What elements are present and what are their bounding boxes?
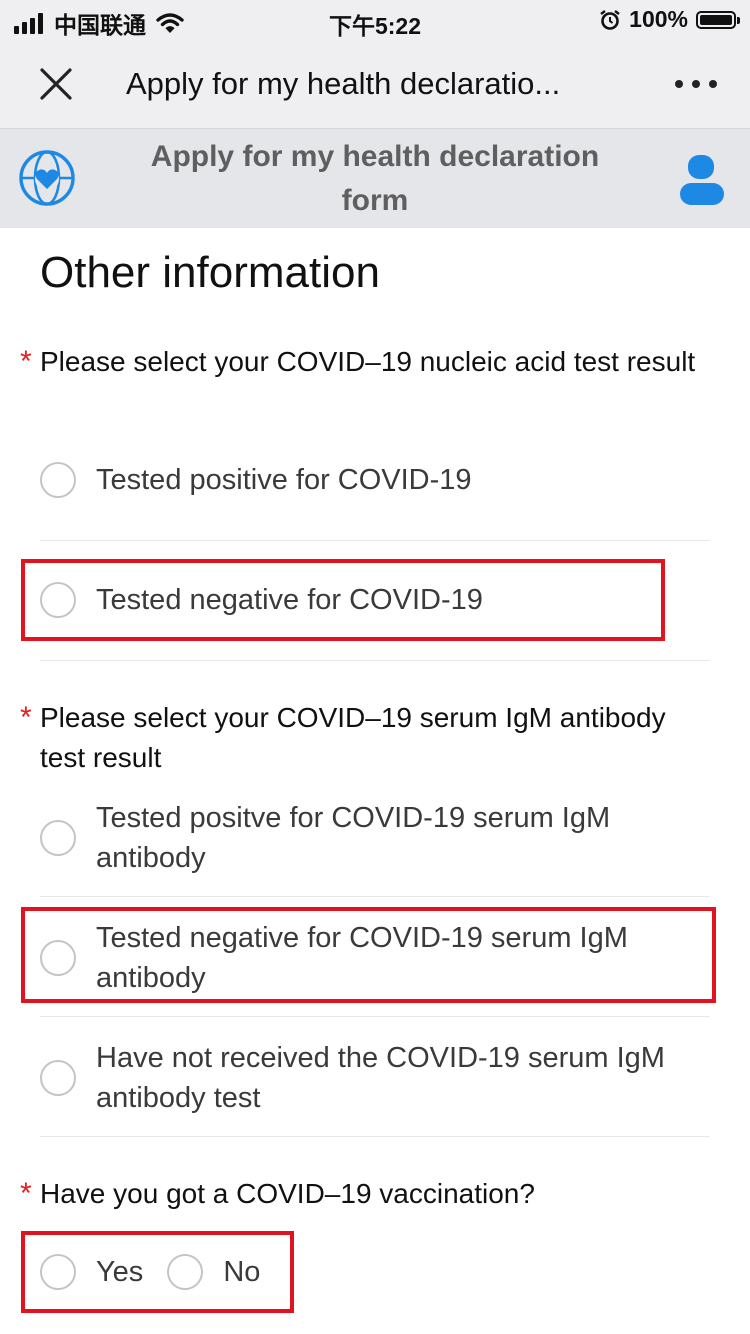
question-text: Please select your COVID–19 nucleic acid…: [40, 346, 696, 377]
question-igm-test: * Please select your COVID–19 serum IgM …: [20, 698, 710, 778]
radio-button[interactable]: [40, 820, 76, 856]
required-mark: *: [20, 1177, 32, 1210]
radio-button[interactable]: [40, 1060, 76, 1096]
close-icon[interactable]: [36, 64, 76, 104]
option-nucleic-positive[interactable]: Tested positive for COVID-19: [40, 460, 710, 500]
divider: [40, 540, 710, 541]
divider: [40, 896, 710, 897]
radio-button[interactable]: [40, 462, 76, 498]
alarm-icon: [600, 9, 620, 30]
option-igm-not-tested[interactable]: Have not received the COVID-19 serum IgM…: [40, 1038, 710, 1118]
question-text: Please select your COVID–19 serum IgM an…: [40, 702, 666, 773]
required-mark: *: [20, 345, 32, 378]
app-header: Apply for my health declaration form: [0, 129, 750, 228]
divider: [40, 660, 710, 661]
question-nucleic-test: * Please select your COVID–19 nucleic ac…: [20, 342, 710, 382]
status-right: 100%: [599, 6, 740, 33]
option-igm-positive[interactable]: Tested positve for COVID-19 serum IgM an…: [40, 798, 710, 878]
section-title: Other information: [40, 248, 380, 297]
globe-heart-icon: [19, 150, 75, 206]
required-mark: *: [20, 701, 32, 734]
nav-bar: Apply for my health declaratio...: [0, 40, 750, 129]
highlight-box: [21, 559, 665, 641]
question-vaccination: * Have you got a COVID–19 vaccination?: [20, 1174, 710, 1214]
nav-title: Apply for my health declaratio...: [126, 66, 561, 101]
divider: [40, 1136, 710, 1137]
more-dots-icon[interactable]: [672, 70, 720, 98]
battery-icon: [696, 10, 740, 29]
question-text: Have you got a COVID–19 vaccination?: [40, 1178, 535, 1209]
option-label: Tested positve for COVID-19 serum IgM an…: [96, 802, 611, 874]
user-icon[interactable]: [680, 155, 724, 205]
option-label: Have not received the COVID-19 serum IgM…: [96, 1042, 665, 1114]
app-title: Apply for my health declaration form: [150, 140, 600, 217]
option-label: Tested positive for COVID-19: [96, 464, 472, 496]
divider: [40, 1016, 710, 1017]
status-bar: 中国联通 下午5:22 100%: [0, 0, 750, 40]
battery-percent: 100%: [629, 6, 688, 32]
highlight-box: [21, 907, 716, 1003]
highlight-box: [21, 1231, 294, 1313]
